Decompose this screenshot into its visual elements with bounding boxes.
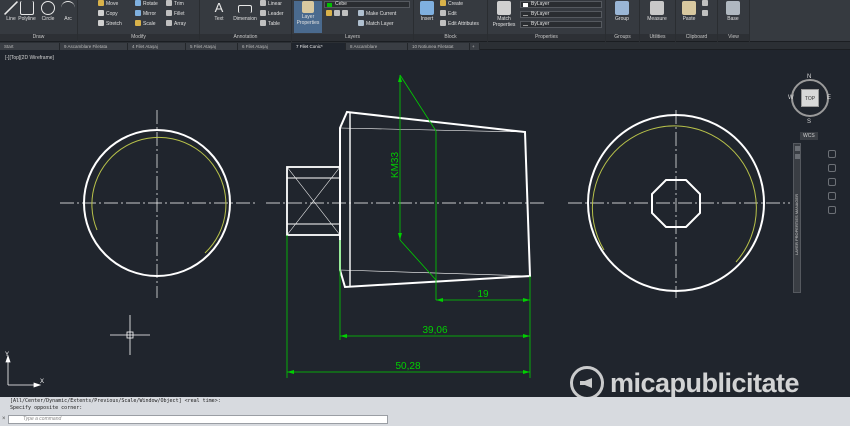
- dim-value-large: 50,28: [395, 361, 420, 372]
- megaphone-icon: [570, 366, 604, 400]
- pan-icon[interactable]: [828, 164, 836, 172]
- command-input[interactable]: Type a command: [8, 415, 388, 424]
- compass-west[interactable]: W: [788, 95, 794, 101]
- command-history-line: Specify opposite corner:: [10, 405, 83, 411]
- thread-label: KM33: [390, 152, 401, 179]
- cone-body: [339, 110, 532, 289]
- command-close-icon[interactable]: ×: [2, 416, 6, 422]
- dim-value-mid: 39,06: [422, 325, 447, 336]
- viewcube[interactable]: N W E S TOP: [788, 72, 832, 130]
- compass-north[interactable]: N: [807, 74, 811, 80]
- command-history: [All/Center/Dynamic/Extents/Previous/Sca…: [10, 398, 221, 412]
- ucs-icon: [5, 354, 42, 388]
- cone-thread-line: [339, 269, 531, 277]
- ucs-y-label: Y: [5, 352, 9, 358]
- dim-arrow: [523, 334, 530, 338]
- compass-east[interactable]: E: [827, 95, 831, 101]
- dim-arrow: [340, 334, 347, 338]
- ucs-x-label: X: [40, 379, 44, 385]
- dim-arrow: [398, 233, 402, 240]
- crosshair-cursor: [110, 315, 150, 355]
- palette-close-icon[interactable]: [795, 146, 800, 151]
- orbit-icon[interactable]: [828, 192, 836, 200]
- full-navigation-wheel-icon[interactable]: [828, 150, 836, 158]
- thread-leader-line: [399, 239, 437, 281]
- dim-arrow: [436, 298, 443, 302]
- navigation-bar: [828, 150, 840, 250]
- right-thread-arc: [591, 125, 757, 263]
- dim-value-small: 19: [477, 289, 489, 300]
- wcs-menu[interactable]: WCS: [800, 132, 818, 140]
- thread-leader-line: [399, 74, 437, 132]
- watermark-text: micapublicitate: [610, 368, 800, 398]
- compass-south[interactable]: S: [807, 119, 811, 125]
- palette-settings-icon[interactable]: [795, 154, 800, 159]
- dim-arrow: [287, 370, 294, 374]
- viewcube-top-face[interactable]: TOP: [801, 89, 819, 107]
- dim-arrow: [523, 298, 530, 302]
- watermark: micapublicitate: [570, 366, 840, 400]
- dim-arrow: [398, 75, 402, 82]
- layer-properties-palette[interactable]: LAYER PROPERTIES MANAGER: [793, 143, 801, 293]
- left-thread-arc: [91, 136, 227, 254]
- zoom-extents-icon[interactable]: [828, 178, 836, 186]
- drawing-canvas[interactable]: KM33 19 39,06 50,28 Y X: [0, 0, 850, 426]
- palette-title: LAYER PROPERTIES MANAGER: [794, 194, 799, 255]
- showmotion-icon[interactable]: [828, 206, 836, 214]
- command-history-line: [All/Center/Dynamic/Extents/Previous/Sca…: [10, 398, 221, 404]
- dim-arrow: [523, 370, 530, 374]
